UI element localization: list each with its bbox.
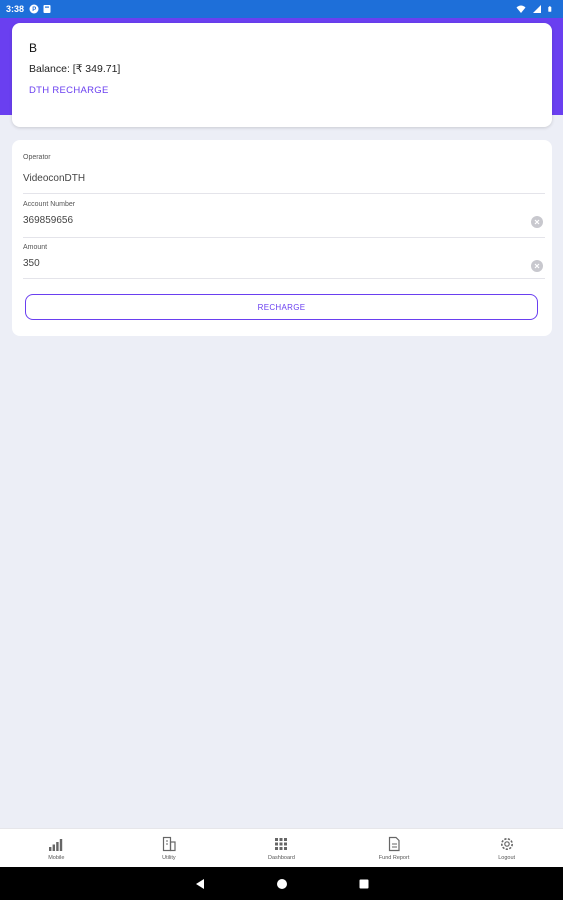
recharge-form-card: Operator VideoconDTH Account Number 3698… — [12, 140, 552, 336]
home-icon[interactable] — [276, 878, 288, 890]
nav-label-fund-report: Fund Report — [378, 854, 410, 861]
bottom-navigation: Mobile Utility Dashboard Fund Report Log… — [0, 828, 563, 867]
grid-icon — [275, 837, 288, 850]
status-time: 3:38 — [6, 4, 25, 14]
recharge-button[interactable]: RECHARGE — [25, 294, 538, 320]
nav-item-logout[interactable]: Logout — [450, 829, 563, 867]
nav-item-dashboard[interactable]: Dashboard — [225, 829, 338, 867]
nav-item-mobile[interactable]: Mobile — [0, 829, 113, 867]
close-icon — [534, 219, 540, 225]
operator-field[interactable]: Operator VideoconDTH — [23, 154, 545, 194]
status-bar: 3:38 P — [0, 0, 563, 18]
account-number-field[interactable]: Account Number 369859656 — [23, 201, 545, 238]
document-icon — [388, 836, 400, 851]
user-name: B — [29, 41, 38, 55]
account-summary-card: B Balance: [₹ 349.71] DTH RECHARGE — [12, 23, 552, 127]
operator-label: Operator — [23, 154, 51, 161]
system-navigation-bar — [0, 867, 563, 900]
p-circle-icon: P — [29, 4, 39, 14]
account-number-value: 369859656 — [23, 215, 74, 226]
amount-label: Amount — [23, 244, 48, 251]
service-title: DTH RECHARGE — [29, 85, 109, 96]
amount-field[interactable]: Amount 350 — [23, 244, 545, 279]
recents-icon[interactable] — [358, 878, 370, 890]
nav-item-fund-report[interactable]: Fund Report — [338, 829, 451, 867]
battery-icon — [548, 6, 552, 12]
nav-item-utility[interactable]: Utility — [113, 829, 226, 867]
wifi-icon — [516, 5, 526, 13]
nav-label-dashboard: Dashboard — [268, 854, 295, 861]
balance-text: Balance: [₹ 349.71] — [29, 63, 121, 75]
svg-text:P: P — [32, 7, 36, 13]
building-icon — [162, 836, 176, 851]
nav-label-logout: Logout — [498, 854, 516, 861]
back-icon[interactable] — [194, 878, 206, 890]
nav-label-utility: Utility — [162, 854, 176, 861]
gear-icon — [500, 837, 513, 850]
nav-label-mobile: Mobile — [48, 854, 65, 861]
operator-value: VideoconDTH — [23, 173, 86, 184]
clear-account-number-button[interactable] — [531, 216, 543, 228]
signal-icon — [533, 5, 541, 13]
close-icon — [534, 263, 540, 269]
account-number-label: Account Number — [23, 201, 76, 208]
clear-amount-button[interactable] — [531, 260, 543, 272]
signal-bars-icon — [49, 838, 63, 851]
card-icon — [43, 5, 51, 13]
amount-value: 350 — [23, 258, 40, 269]
